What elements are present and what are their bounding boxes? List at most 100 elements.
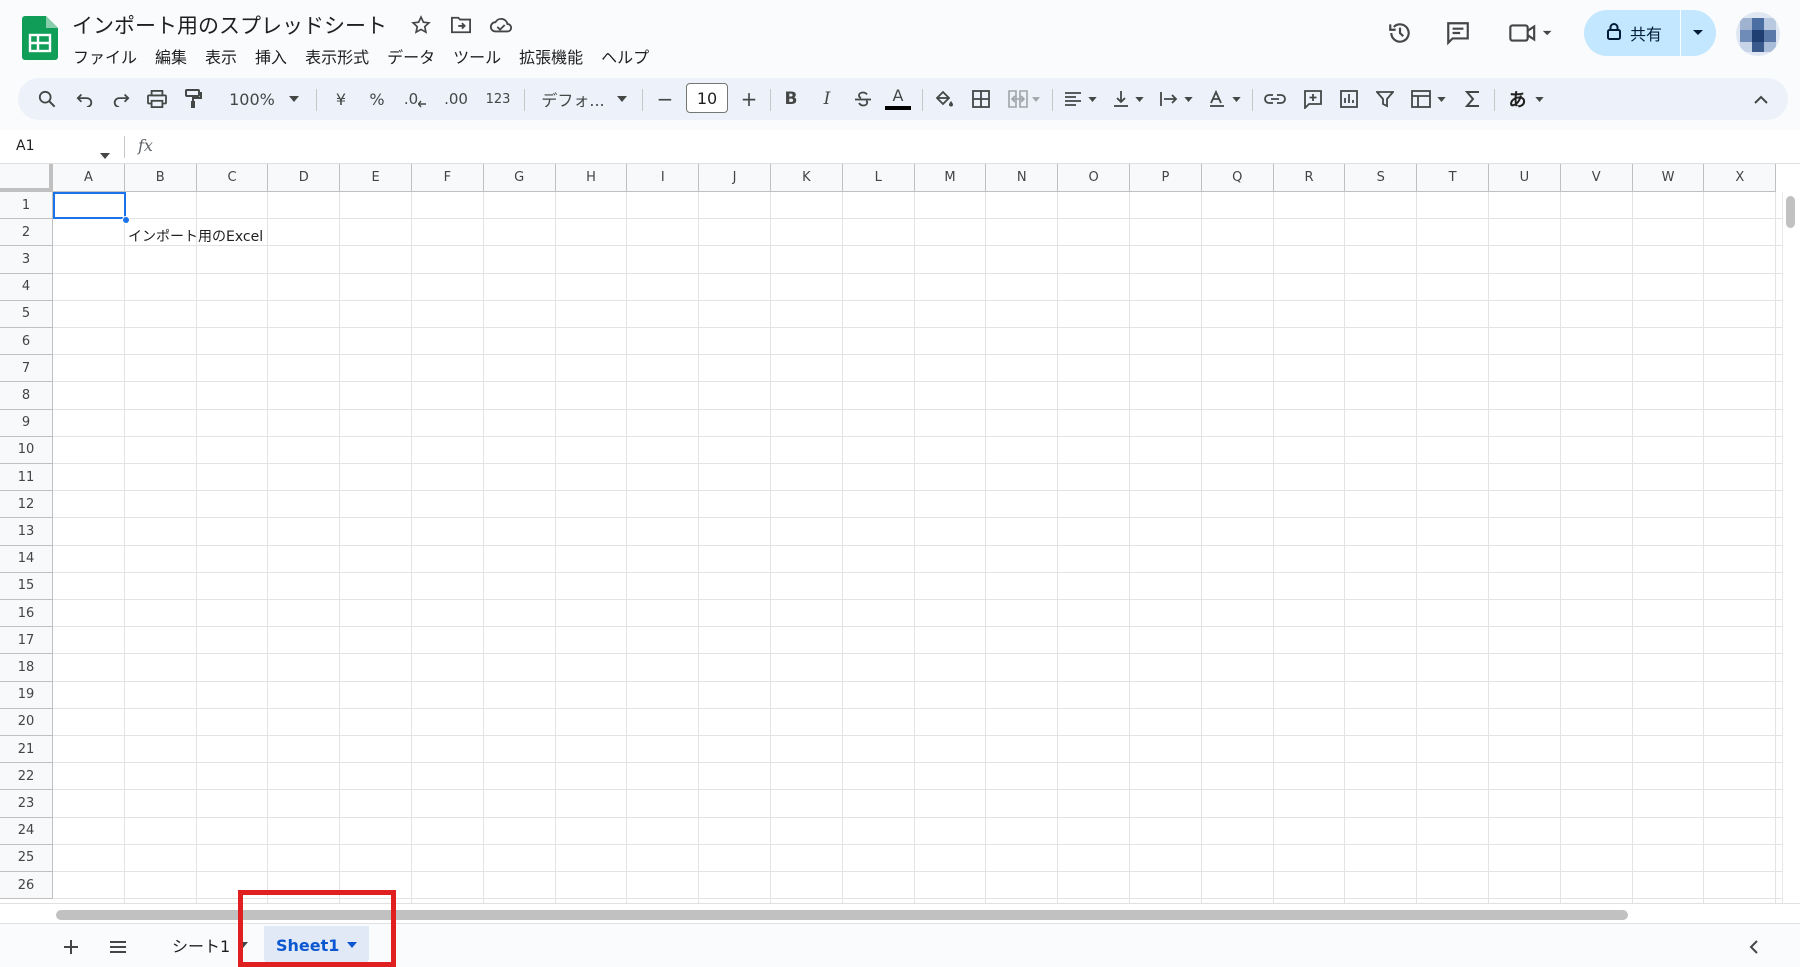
- filter-views-icon[interactable]: [1406, 78, 1450, 120]
- text-wrapping-icon[interactable]: [1154, 78, 1198, 120]
- row-header-19[interactable]: 19: [0, 681, 53, 709]
- fill-handle[interactable]: [122, 216, 130, 224]
- spreadsheet-grid[interactable]: ABCDEFGHIJKLMNOPQRSTUVWX 1 2 3 4 5 6 7 8 9 10 11 12…: [0, 164, 1800, 903]
- row-header-3[interactable]: 3: [0, 246, 53, 274]
- column-header-x[interactable]: X: [1704, 164, 1777, 192]
- undo-icon[interactable]: [70, 78, 100, 120]
- column-header-w[interactable]: W: [1632, 164, 1705, 192]
- star-icon[interactable]: [408, 12, 434, 38]
- row-header-7[interactable]: 7: [0, 355, 53, 383]
- insert-comment-icon[interactable]: [1298, 78, 1328, 120]
- version-history-icon[interactable]: [1384, 17, 1416, 49]
- menu-tools[interactable]: ツール: [444, 42, 510, 70]
- menu-insert[interactable]: 挿入: [246, 42, 296, 70]
- column-header-b[interactable]: B: [124, 164, 197, 192]
- row-header-26[interactable]: 26: [0, 872, 53, 900]
- row-header-23[interactable]: 23: [0, 790, 53, 818]
- cloud-saved-icon[interactable]: [488, 12, 514, 38]
- fill-color-icon[interactable]: [928, 78, 960, 120]
- font-family-select[interactable]: デフォ...: [534, 78, 634, 120]
- row-header-4[interactable]: 4: [0, 273, 53, 301]
- text-rotation-icon[interactable]: [1202, 78, 1246, 120]
- column-header-v[interactable]: V: [1560, 164, 1633, 192]
- row-header-25[interactable]: 25: [0, 844, 53, 872]
- decrease-font-size-button[interactable]: −: [650, 78, 680, 120]
- collapse-menus-icon[interactable]: [1746, 78, 1776, 120]
- row-header-18[interactable]: 18: [0, 654, 53, 682]
- move-folder-icon[interactable]: [448, 12, 474, 38]
- currency-format-button[interactable]: ¥: [326, 78, 356, 120]
- percent-format-button[interactable]: %: [362, 78, 392, 120]
- vertical-scrollbar-thumb[interactable]: [1786, 196, 1795, 228]
- column-header-f[interactable]: F: [412, 164, 484, 192]
- number-format-button[interactable]: 123: [480, 78, 516, 120]
- name-box-dropdown-icon[interactable]: [100, 144, 110, 163]
- redo-icon[interactable]: [106, 78, 136, 120]
- column-header-d[interactable]: D: [268, 164, 341, 192]
- row-header-13[interactable]: 13: [0, 518, 53, 546]
- row-header-24[interactable]: 24: [0, 817, 53, 845]
- column-header-s[interactable]: S: [1345, 164, 1418, 192]
- font-size-input[interactable]: 10: [686, 83, 728, 113]
- horizontal-align-icon[interactable]: [1058, 78, 1102, 120]
- borders-icon[interactable]: [966, 78, 996, 120]
- cell-b2[interactable]: インポート用のExcel: [128, 226, 263, 246]
- functions-icon[interactable]: [1458, 78, 1488, 120]
- column-header-t[interactable]: T: [1417, 164, 1489, 192]
- vertical-scrollbar[interactable]: [1782, 192, 1800, 903]
- column-header-k[interactable]: K: [771, 164, 843, 192]
- bold-button[interactable]: B: [776, 78, 806, 120]
- column-header-l[interactable]: L: [842, 164, 915, 192]
- decrease-decimal-button[interactable]: .0: [398, 78, 432, 120]
- increase-font-size-button[interactable]: +: [734, 78, 764, 120]
- menu-view[interactable]: 表示: [196, 42, 246, 70]
- name-box[interactable]: A1: [16, 138, 34, 154]
- text-color-button[interactable]: A: [882, 78, 914, 120]
- merge-cells-icon[interactable]: [1002, 78, 1046, 120]
- sheets-logo-icon[interactable]: [22, 16, 58, 60]
- row-header-1[interactable]: 1: [0, 192, 53, 220]
- column-header-a[interactable]: A: [53, 164, 125, 192]
- menu-file[interactable]: ファイル: [64, 42, 146, 70]
- menu-extensions[interactable]: 拡張機能: [510, 42, 592, 70]
- share-button[interactable]: 共有: [1584, 10, 1716, 56]
- column-header-c[interactable]: C: [196, 164, 269, 192]
- menu-edit[interactable]: 編集: [146, 42, 196, 70]
- row-header-5[interactable]: 5: [0, 300, 53, 328]
- collapse-sidebar-icon[interactable]: [1738, 932, 1768, 962]
- vertical-align-icon[interactable]: [1106, 78, 1150, 120]
- column-header-m[interactable]: M: [914, 164, 987, 192]
- column-header-p[interactable]: P: [1130, 164, 1202, 192]
- column-header-h[interactable]: H: [555, 164, 628, 192]
- selected-cell-a1[interactable]: [53, 192, 126, 219]
- row-header-8[interactable]: 8: [0, 382, 53, 410]
- column-header-r[interactable]: R: [1273, 164, 1346, 192]
- column-header-g[interactable]: G: [483, 164, 556, 192]
- column-header-i[interactable]: I: [627, 164, 700, 192]
- menu-data[interactable]: データ: [378, 42, 444, 70]
- row-header-15[interactable]: 15: [0, 572, 53, 600]
- input-tools-button[interactable]: あ: [1502, 78, 1550, 120]
- comments-icon[interactable]: [1442, 17, 1474, 49]
- avatar[interactable]: [1736, 12, 1780, 56]
- search-icon[interactable]: [32, 78, 62, 120]
- column-header-o[interactable]: O: [1058, 164, 1130, 192]
- column-header-n[interactable]: N: [986, 164, 1059, 192]
- document-title[interactable]: インポート用のスプレッドシート: [72, 10, 387, 40]
- row-header-16[interactable]: 16: [0, 600, 53, 628]
- select-all-corner[interactable]: [0, 164, 53, 192]
- row-header-2[interactable]: 2: [0, 219, 53, 247]
- row-header-21[interactable]: 21: [0, 736, 53, 764]
- insert-chart-icon[interactable]: [1334, 78, 1364, 120]
- filter-icon[interactable]: [1370, 78, 1400, 120]
- column-header-j[interactable]: J: [699, 164, 771, 192]
- row-header-20[interactable]: 20: [0, 708, 53, 736]
- increase-decimal-button[interactable]: .00: [436, 78, 476, 120]
- row-header-14[interactable]: 14: [0, 545, 53, 573]
- print-icon[interactable]: [142, 78, 172, 120]
- column-header-e[interactable]: E: [340, 164, 412, 192]
- italic-button[interactable]: I: [812, 78, 842, 120]
- column-header-q[interactable]: Q: [1201, 164, 1274, 192]
- row-header-11[interactable]: 11: [0, 464, 53, 492]
- paint-format-icon[interactable]: [178, 78, 208, 120]
